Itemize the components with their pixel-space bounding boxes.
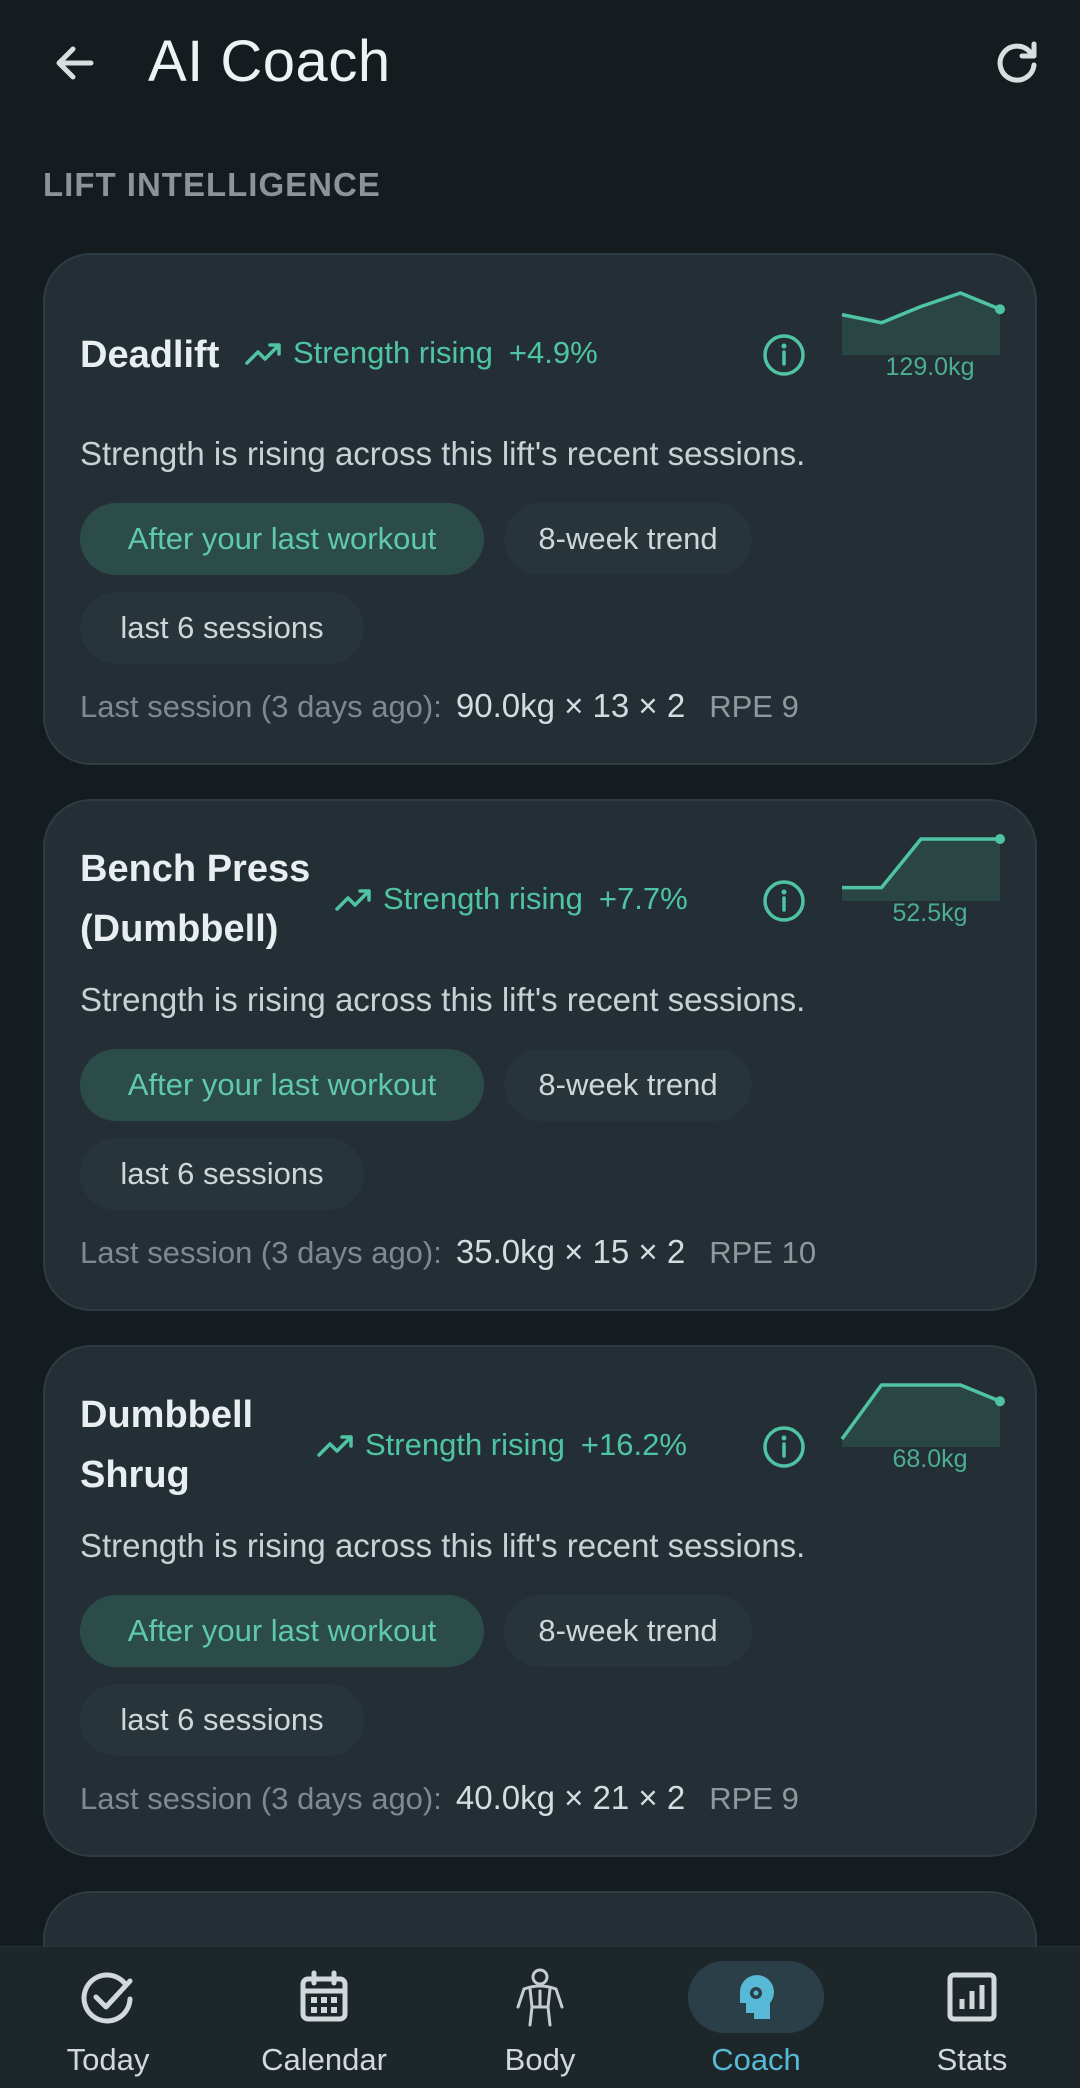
sparkline-endpoint bbox=[995, 304, 1005, 315]
trend-indicator: Strength rising +16.2% bbox=[317, 1427, 687, 1463]
sparkline-chart bbox=[842, 834, 1005, 901]
last-session-rpe: RPE 9 bbox=[709, 1781, 799, 1816]
lift-summary: Strength is rising across this lift's re… bbox=[80, 435, 806, 472]
chip-after-last-workout[interactable]: After your last workout bbox=[80, 1049, 484, 1121]
last-session-rpe: RPE 9 bbox=[709, 689, 799, 724]
sparkline-chart bbox=[841, 291, 1005, 355]
nav-label: Today bbox=[66, 2042, 150, 2077]
last-session-label: Last session (3 days ago): bbox=[80, 1235, 442, 1270]
nav-label: Stats bbox=[936, 2042, 1008, 2077]
last-session-value: 35.0kg × 15 × 2 bbox=[455, 1233, 686, 1270]
sparkline-value: 68.0kg bbox=[892, 1445, 968, 1473]
chip-last-6-sessions[interactable]: last 6 sessions bbox=[80, 1684, 364, 1756]
app-bar: AI Coach bbox=[0, 0, 1080, 130]
lift-card-bench-press[interactable]: Bench Press (Dumbbell) Strength rising +… bbox=[43, 799, 1037, 1311]
trending-up-icon bbox=[335, 889, 371, 911]
nav-today[interactable]: Today bbox=[0, 1947, 216, 2088]
check-circle-icon bbox=[81, 1972, 133, 2024]
sparkline-chart bbox=[840, 1383, 1005, 1447]
trending-up-icon bbox=[317, 1435, 353, 1457]
chip-last-6-sessions[interactable]: last 6 sessions bbox=[80, 592, 364, 664]
last-session-value: 90.0kg × 13 × 2 bbox=[455, 687, 686, 724]
last-session-label: Last session (3 days ago): bbox=[80, 1781, 442, 1816]
lift-name: Dumbbell Shrug bbox=[80, 1394, 254, 1496]
trend-percent: +4.9% bbox=[508, 335, 598, 370]
info-icon[interactable] bbox=[761, 878, 807, 924]
lift-card-dumbbell-shrug[interactable]: Dumbbell Shrug Strength rising +16.2% 68… bbox=[43, 1345, 1037, 1857]
lift-summary: Strength is rising across this lift's re… bbox=[80, 1527, 806, 1564]
page-title: AI Coach bbox=[148, 29, 391, 94]
last-session-row: Last session (3 days ago): 40.0kg × 21 ×… bbox=[80, 1779, 799, 1817]
trend-indicator: Strength rising +7.7% bbox=[335, 881, 688, 917]
sparkline-value: 129.0kg bbox=[885, 353, 975, 381]
refresh-button[interactable] bbox=[982, 30, 1052, 96]
lift-card-deadlift[interactable]: Deadlift Strength rising +4.9% 129.0kg S… bbox=[43, 253, 1037, 765]
chip-8-week-trend[interactable]: 8-week trend bbox=[504, 503, 752, 575]
refresh-icon bbox=[997, 41, 1037, 83]
calendar-icon bbox=[300, 1970, 348, 2022]
nav-label: Body bbox=[504, 2042, 576, 2077]
bottom-nav: Today Calendar Body Coach Stats bbox=[0, 1946, 1080, 2088]
sparkline-endpoint bbox=[995, 834, 1005, 844]
nav-label: Coach bbox=[711, 2042, 801, 2077]
trend-percent: +16.2% bbox=[580, 1427, 687, 1462]
lift-name: Deadlift bbox=[80, 334, 220, 376]
chip-last-6-sessions[interactable]: last 6 sessions bbox=[80, 1138, 364, 1210]
trend-label: Strength rising bbox=[383, 881, 583, 916]
body-icon bbox=[516, 1968, 564, 2027]
chip-8-week-trend[interactable]: 8-week trend bbox=[504, 1595, 752, 1667]
trend-label: Strength rising bbox=[293, 335, 493, 370]
nav-body[interactable]: Body bbox=[432, 1947, 648, 2088]
nav-label: Calendar bbox=[261, 2042, 387, 2077]
section-label: LIFT INTELLIGENCE bbox=[43, 166, 381, 203]
lift-summary: Strength is rising across this lift's re… bbox=[80, 981, 806, 1018]
info-icon[interactable] bbox=[761, 1424, 807, 1470]
sparkline-area bbox=[842, 293, 1000, 355]
coach-brain-icon bbox=[739, 1975, 774, 2019]
last-session-rpe: RPE 10 bbox=[709, 1235, 817, 1270]
back-button[interactable] bbox=[40, 30, 110, 96]
info-icon[interactable] bbox=[761, 332, 807, 378]
chip-8-week-trend[interactable]: 8-week trend bbox=[504, 1049, 752, 1121]
last-session-row: Last session (3 days ago): 90.0kg × 13 ×… bbox=[80, 687, 799, 725]
last-session-value: 40.0kg × 21 × 2 bbox=[455, 1779, 686, 1816]
trending-up-icon bbox=[245, 343, 281, 365]
last-session-row: Last session (3 days ago): 35.0kg × 15 ×… bbox=[80, 1233, 816, 1271]
chip-after-last-workout[interactable]: After your last workout bbox=[80, 1595, 484, 1667]
sparkline-value: 52.5kg bbox=[892, 899, 968, 927]
chip-after-last-workout[interactable]: After your last workout bbox=[80, 503, 484, 575]
sparkline-area bbox=[842, 839, 1000, 901]
sparkline-endpoint bbox=[995, 1396, 1005, 1407]
stats-icon bbox=[947, 1972, 997, 2022]
arrow-left-icon bbox=[56, 46, 94, 80]
trend-percent: +7.7% bbox=[598, 881, 688, 916]
nav-coach[interactable]: Coach bbox=[648, 1947, 864, 2088]
last-session-label: Last session (3 days ago): bbox=[80, 689, 442, 724]
nav-stats[interactable]: Stats bbox=[864, 1947, 1080, 2088]
sparkline-area bbox=[842, 1385, 1000, 1447]
lift-name: Bench Press (Dumbbell) bbox=[80, 848, 311, 950]
nav-calendar[interactable]: Calendar bbox=[216, 1947, 432, 2088]
trend-label: Strength rising bbox=[365, 1427, 565, 1462]
trend-indicator: Strength rising +4.9% bbox=[245, 335, 598, 371]
